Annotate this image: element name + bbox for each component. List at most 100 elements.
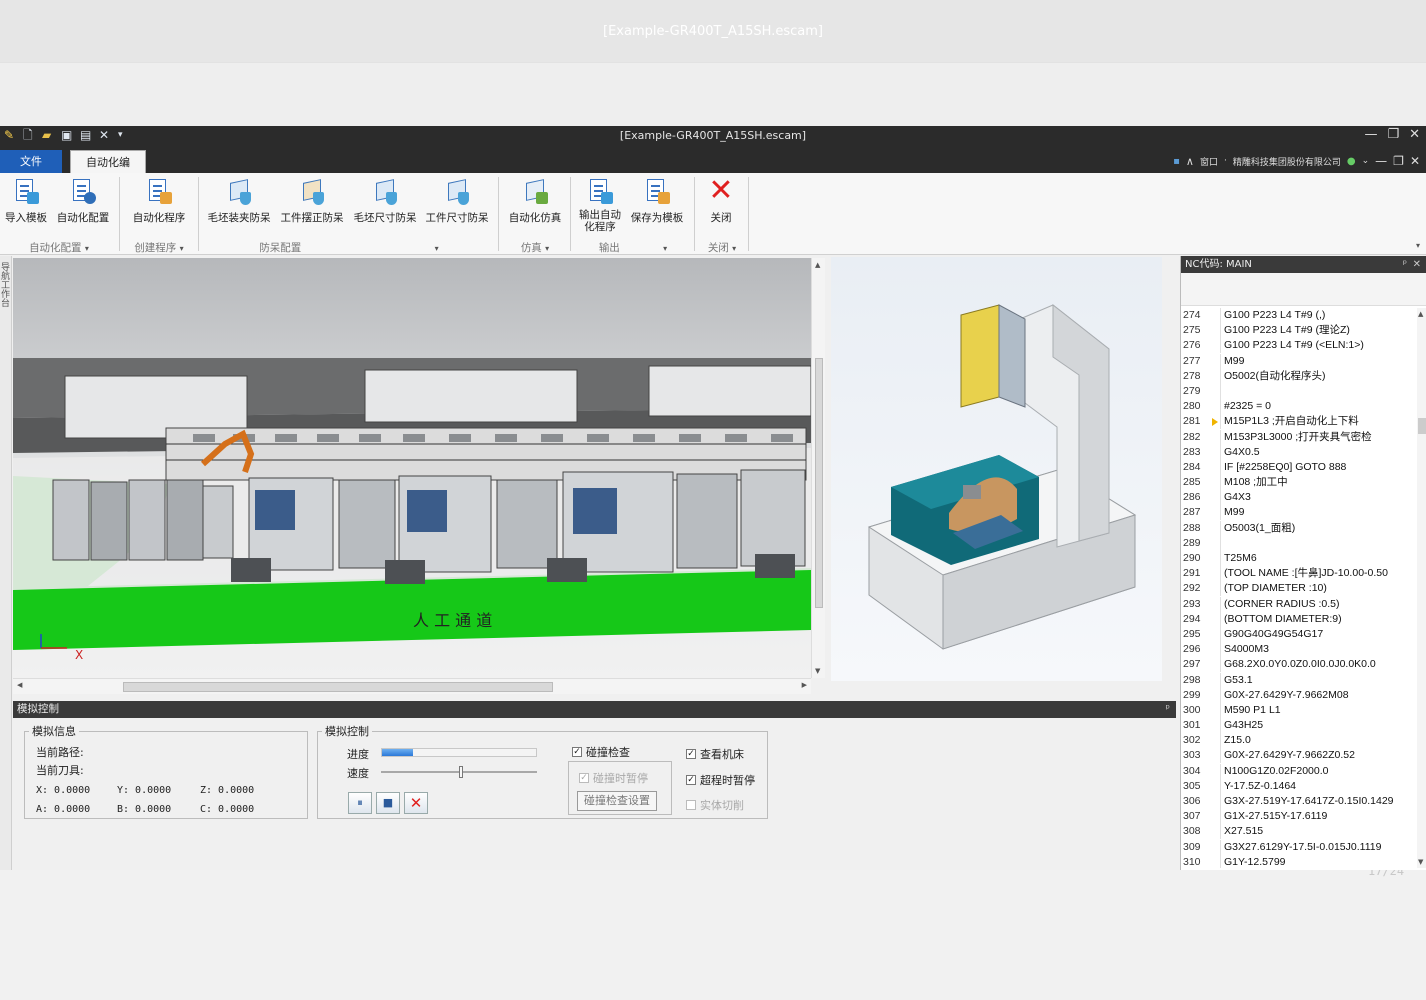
- nc-code-line[interactable]: 284 IF [#2258EQ0] GOTO 888: [1181, 459, 1417, 475]
- machine-preview[interactable]: [831, 257, 1162, 681]
- group-expand-icon[interactable]: ▾: [663, 244, 667, 253]
- user-status-icon[interactable]: ●: [1347, 156, 1356, 167]
- scroll-up-icon[interactable]: ▲: [1418, 310, 1423, 318]
- nc-code-line[interactable]: 275 G100 P223 L4 T#9 (理论Z): [1181, 323, 1417, 339]
- group-expand-icon[interactable]: ▾: [545, 244, 549, 253]
- nc-code-line[interactable]: 303 G0X-27.6429Y-7.9662Z0.52: [1181, 748, 1417, 764]
- nc-vertical-scrollbar[interactable]: ▲ ▼: [1417, 308, 1426, 868]
- doc-restore-icon[interactable]: ❐: [1393, 154, 1404, 168]
- automation-program-button[interactable]: 自动化程序: [128, 177, 190, 225]
- scroll-down-icon[interactable]: ▼: [815, 667, 820, 675]
- nc-code-line[interactable]: 294 (BOTTOM DIAMETER:9): [1181, 611, 1417, 627]
- nc-code-line[interactable]: 291 (TOOL NAME :[牛鼻]JD-10.00-0.50: [1181, 566, 1417, 582]
- nc-code-line[interactable]: 279: [1181, 383, 1417, 399]
- import-template-label: 导入模板: [5, 212, 47, 224]
- nc-code-line[interactable]: 290 T25M6: [1181, 551, 1417, 566]
- nc-code-line[interactable]: 293 (CORNER RADIUS :0.5): [1181, 596, 1417, 612]
- overtravel-pause-checkbox[interactable]: ✓ 超程时暂停: [686, 772, 755, 788]
- viewport-vertical-scrollbar[interactable]: ▲ ▼: [811, 258, 825, 678]
- nc-code-line[interactable]: 276 G100 P223 L4 T#9 (<ELN:1>): [1181, 338, 1417, 354]
- doc-close-icon[interactable]: ✕: [1410, 154, 1420, 168]
- nc-code-line[interactable]: 296 S4000M3: [1181, 642, 1417, 658]
- nc-code-line[interactable]: 297 G68.2X0.0Y0.0Z0.0I0.0J0.0K0.0: [1181, 657, 1417, 673]
- pin-icon[interactable]: ᵖ: [1166, 701, 1171, 718]
- pause-button[interactable]: ⏸: [348, 792, 372, 814]
- nc-code-line[interactable]: 286 G4X3: [1181, 490, 1417, 506]
- collision-check-checkbox[interactable]: ✓ 碰撞检查: [572, 744, 630, 760]
- group-expand-icon[interactable]: ▾: [85, 244, 89, 253]
- nc-code-line[interactable]: 289: [1181, 535, 1417, 551]
- collision-pause-checkbox[interactable]: ✓ 碰撞时暂停: [579, 770, 648, 786]
- nc-code-line[interactable]: 301 G43H25: [1181, 718, 1417, 734]
- speed-slider[interactable]: [381, 766, 537, 778]
- scroll-down-icon[interactable]: ▼: [1418, 858, 1423, 866]
- blank-clamp-check-button[interactable]: 毛坯装夹防呆: [204, 177, 274, 225]
- blank-size-check-button[interactable]: 毛坯尺寸防呆: [350, 177, 420, 225]
- scroll-thumb[interactable]: [815, 358, 823, 608]
- restore-icon[interactable]: ❐: [1387, 127, 1399, 142]
- nc-code-line[interactable]: 281 M15P1L3 ;开启自动化上下料: [1181, 414, 1417, 430]
- panel-icon[interactable]: ▪: [1173, 156, 1180, 167]
- chevron-down-icon[interactable]: ⌄: [1362, 156, 1370, 166]
- collapse-ribbon-icon[interactable]: ∧: [1186, 155, 1194, 168]
- scroll-right-icon[interactable]: ▶: [802, 681, 807, 689]
- nc-code-line[interactable]: 278 O5002(自动化程序头): [1181, 368, 1417, 384]
- nc-code-list[interactable]: 274 G100 P223 L4 T#9 (,) 275 G100 P223 L4 T…: [1181, 308, 1417, 868]
- nc-code-line[interactable]: 277 M99: [1181, 353, 1417, 369]
- tab-file[interactable]: 文件: [0, 150, 62, 173]
- part-align-check-button[interactable]: 工件摆正防呆: [277, 177, 347, 225]
- scroll-left-icon[interactable]: ◀: [17, 681, 22, 689]
- nc-code-line[interactable]: 302 Z15.0: [1181, 733, 1417, 749]
- nc-code-line[interactable]: 274 G100 P223 L4 T#9 (,): [1181, 308, 1417, 323]
- panel-close-icon[interactable]: ✕: [1413, 256, 1421, 273]
- import-template-button[interactable]: 导入模板: [2, 177, 50, 225]
- nc-code-line[interactable]: 287 M99: [1181, 505, 1417, 521]
- viewport-horizontal-scrollbar[interactable]: ◀ ▶: [13, 678, 811, 694]
- scroll-thumb[interactable]: [1418, 418, 1426, 434]
- group-expand-icon[interactable]: ▾: [732, 244, 736, 253]
- exit-sim-button[interactable]: ✕: [404, 792, 428, 814]
- stop-button[interactable]: ■: [376, 792, 400, 814]
- pin-icon[interactable]: ᵖ: [1403, 256, 1407, 273]
- nc-code-line[interactable]: 285 M108 ;加工中: [1181, 475, 1417, 491]
- minimize-icon[interactable]: —: [1364, 127, 1377, 142]
- left-navigation-strip[interactable]: 导航工作台: [0, 256, 12, 870]
- speed-slider-thumb[interactable]: [459, 766, 463, 778]
- automation-config-button[interactable]: 自动化配置: [54, 177, 112, 225]
- nc-code-line[interactable]: 295 G90G40G49G54G17: [1181, 626, 1417, 642]
- scroll-thumb[interactable]: [123, 682, 553, 692]
- doc-minimize-icon[interactable]: —: [1375, 154, 1387, 168]
- window-menu[interactable]: 窗口: [1200, 155, 1218, 168]
- nc-code-line[interactable]: 280 #2325 = 0: [1181, 399, 1417, 415]
- ribbon-options-icon[interactable]: ▾: [1416, 241, 1420, 250]
- nc-code-line[interactable]: 299 G0X-27.6429Y-7.9662M08: [1181, 687, 1417, 703]
- nc-code-line[interactable]: 310 G1Y-12.5799: [1181, 854, 1417, 868]
- nc-code-line[interactable]: 308 X27.515: [1181, 824, 1417, 840]
- view-machine-checkbox[interactable]: ✓ 查看机床: [686, 746, 744, 762]
- automation-sim-button[interactable]: 自动化仿真: [504, 177, 566, 225]
- nc-code-line[interactable]: 306 G3X-27.519Y-17.6417Z-0.15I0.1429: [1181, 794, 1417, 809]
- nc-code-line[interactable]: 288 O5003(1_面粗): [1181, 520, 1417, 536]
- nc-code-line[interactable]: 304 N100G1Z0.02F2000.0: [1181, 763, 1417, 779]
- nc-code-line[interactable]: 298 G53.1: [1181, 672, 1417, 688]
- group-expand-icon[interactable]: ▾: [180, 244, 184, 253]
- group-expand-icon[interactable]: ▾: [435, 244, 439, 253]
- app-window: ✎ 🗋 ▰ ▣ ▤ ✕ ▾ [Example-GR400T_A15SH.esca…: [0, 126, 1426, 870]
- close-window-icon[interactable]: ✕: [1409, 127, 1420, 142]
- nc-code-line[interactable]: 300 M590 P1 L1: [1181, 702, 1417, 718]
- save-template-button[interactable]: 保存为模板: [628, 177, 686, 225]
- collision-settings-button[interactable]: 碰撞检查设置: [577, 791, 657, 811]
- nc-code-line[interactable]: 307 G1X-27.515Y-17.6119: [1181, 809, 1417, 825]
- part-size-check-button[interactable]: 工件尺寸防呆: [422, 177, 492, 225]
- output-program-button[interactable]: 输出自动化程序: [574, 177, 626, 233]
- nc-code-line[interactable]: 292 (TOP DIAMETER :10): [1181, 581, 1417, 597]
- nc-code-line[interactable]: 283 G4X0.5: [1181, 444, 1417, 460]
- factory-3d-viewport[interactable]: 人 工 通 道 X: [13, 258, 811, 678]
- close-button[interactable]: ✕ 关闭: [701, 176, 741, 225]
- nc-code-line[interactable]: 282 M153P3L3000 ;打开夹具气密检: [1181, 429, 1417, 445]
- nc-code-line[interactable]: 309 G3X27.6129Y-17.5I-0.015J0.1119: [1181, 839, 1417, 855]
- nc-code-line[interactable]: 305 Y-17.5Z-0.1464: [1181, 778, 1417, 794]
- scroll-up-icon[interactable]: ▲: [815, 261, 820, 269]
- solid-cut-checkbox[interactable]: 实体切削: [686, 797, 744, 813]
- tab-automation[interactable]: 自动化编程: [70, 150, 146, 192]
